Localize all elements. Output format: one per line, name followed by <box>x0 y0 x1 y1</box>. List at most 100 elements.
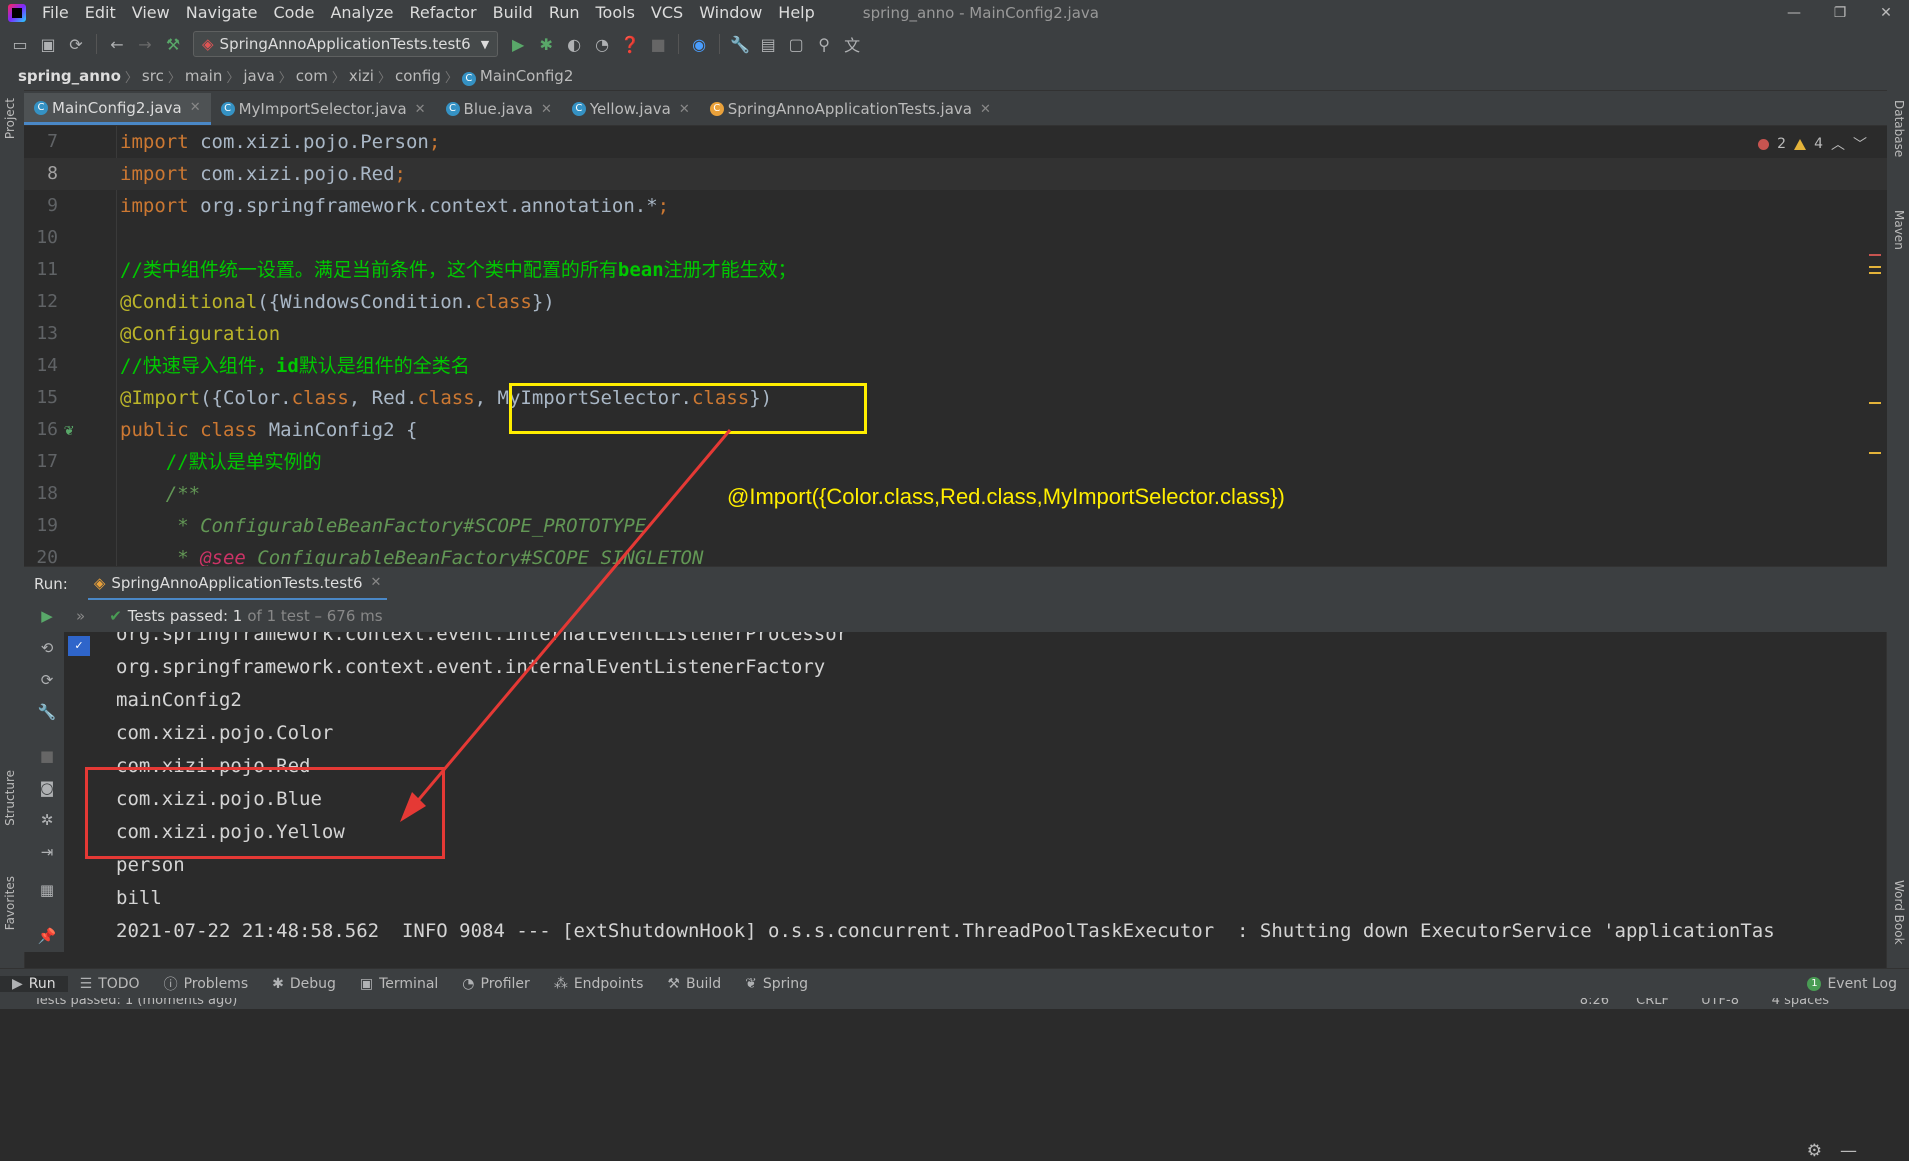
menu-edit[interactable]: Edit <box>77 0 124 26</box>
close-icon[interactable]: ✕ <box>1863 0 1909 26</box>
stop-icon[interactable]: ■ <box>647 33 669 55</box>
minimize-icon[interactable]: — <box>1771 0 1817 26</box>
close-tab-icon[interactable]: ✕ <box>679 102 690 117</box>
menu-refactor[interactable]: Refactor <box>402 0 485 26</box>
file-encoding[interactable]: UTF-8 <box>1701 998 1739 1008</box>
forward-icon[interactable]: → <box>134 33 156 55</box>
close-tab-icon[interactable]: ✕ <box>371 575 382 590</box>
stop-icon[interactable]: ■ <box>37 746 57 766</box>
expand-icon[interactable]: » <box>76 607 85 625</box>
crumb-class[interactable]: C MainConfig2 <box>458 67 577 86</box>
crumb-com[interactable]: com <box>292 67 332 85</box>
sync-icon[interactable]: ⟳ <box>65 33 87 55</box>
line-separator[interactable]: CRLF <box>1636 998 1669 1008</box>
maven-tool-button[interactable]: Maven <box>1892 210 1906 250</box>
tree-node-selected[interactable]: ✓ <box>68 636 90 656</box>
crumb-config[interactable]: config <box>391 67 445 85</box>
camera-icon[interactable]: ◙ <box>37 778 57 798</box>
wrench-icon[interactable]: 🔧 <box>37 702 57 722</box>
menu-window[interactable]: Window <box>691 0 770 26</box>
close-tab-icon[interactable]: ✕ <box>190 100 201 115</box>
terminal-tool-button[interactable]: ▣ Terminal <box>348 976 450 992</box>
console-line: bill <box>116 887 162 909</box>
toggle-auto-test-icon[interactable]: ⟳ <box>37 670 57 690</box>
database-tool-button[interactable]: Database <box>1892 100 1906 157</box>
presentation-icon[interactable]: ▢ <box>785 33 807 55</box>
build-hammer-icon[interactable]: ⚒ <box>162 33 184 55</box>
project-structure-icon[interactable]: ▤ <box>757 33 779 55</box>
crumb-src[interactable]: src <box>138 67 168 85</box>
hide-icon[interactable]: — <box>1840 1141 1857 1161</box>
profile-icon[interactable]: ◔ <box>591 33 613 55</box>
run-config-select[interactable]: ◈ SpringAnnoApplicationTests.test6 ▼ <box>193 31 499 57</box>
menu-view[interactable]: View <box>124 0 178 26</box>
close-tab-icon[interactable]: ✕ <box>980 102 991 117</box>
event-log-button[interactable]: 1 Event Log <box>1795 976 1909 992</box>
gear-icon[interactable]: ⚙ <box>1807 1141 1822 1161</box>
settings-icon[interactable]: ✲ <box>37 810 57 830</box>
code-line-current: 8 import com.xizi.pojo.Red; <box>24 158 1887 190</box>
problems-tool-button[interactable]: ⓘ Problems <box>152 974 261 994</box>
tab-myimportselector[interactable]: C MyImportSelector.java ✕ <box>211 93 436 125</box>
menu-code[interactable]: Code <box>266 0 323 26</box>
menu-vcs[interactable]: VCS <box>643 0 691 26</box>
rerun-failed-icon[interactable]: ⟲ <box>37 638 57 658</box>
settings-help-icon[interactable]: ◉ <box>688 33 710 55</box>
menu-analyze[interactable]: Analyze <box>322 0 401 26</box>
run-tab-label: SpringAnnoApplicationTests.test6 <box>111 573 363 592</box>
crumb-project[interactable]: spring_anno <box>14 67 125 85</box>
restore-icon[interactable]: ❐ <box>1817 0 1863 26</box>
menu-run[interactable]: Run <box>541 0 588 26</box>
save-icon[interactable]: ▣ <box>37 33 59 55</box>
menu-file[interactable]: File <box>34 0 77 26</box>
close-tab-icon[interactable]: ✕ <box>415 102 426 117</box>
spring-tool-button[interactable]: ❦ Spring <box>733 976 820 992</box>
run-tool-button[interactable]: ▶ Run <box>0 976 68 992</box>
debug-tool-button[interactable]: ✱ Debug <box>260 976 348 992</box>
coverage-icon[interactable]: ◐ <box>563 33 585 55</box>
favorites-tool-button[interactable]: Favorites <box>3 876 17 930</box>
tab-blue[interactable]: C Blue.java ✕ <box>436 93 562 125</box>
todo-tool-button[interactable]: ☰ TODO <box>68 976 152 992</box>
tab-mainconfig2[interactable]: C MainConfig2.java ✕ <box>24 93 211 125</box>
search-icon[interactable]: ⚲ <box>813 33 835 55</box>
endpoints-tool-button[interactable]: ⁂ Endpoints <box>542 976 656 992</box>
close-tab-icon[interactable]: ✕ <box>541 102 552 117</box>
wrench-icon[interactable]: 🔧 <box>729 33 751 55</box>
tests-passed: Tests passed: 1 <box>127 607 243 625</box>
help-icon[interactable]: ❓ <box>619 33 641 55</box>
caret-position[interactable]: 8:26 <box>1580 998 1609 1008</box>
word-book-tool-button[interactable]: Word Book <box>1892 880 1906 945</box>
run-icon[interactable]: ▶ <box>507 33 529 55</box>
tab-springannoapplicationtests[interactable]: C SpringAnnoApplicationTests.java ✕ <box>700 93 1001 125</box>
run-tab[interactable]: ◈ SpringAnnoApplicationTests.test6 ✕ <box>87 567 388 601</box>
annotation-text: @Import({Color.class,Red.class,MyImportS… <box>727 484 1285 509</box>
structure-tool-button[interactable]: Structure <box>3 770 17 826</box>
indent-setting[interactable]: 4 spaces <box>1772 998 1829 1008</box>
open-folder-icon[interactable]: ▭ <box>9 33 31 55</box>
menu-help[interactable]: Help <box>770 0 822 26</box>
debug-icon[interactable]: ✱ <box>535 33 557 55</box>
menu-build[interactable]: Build <box>485 0 541 26</box>
hammer-icon: ⚒ <box>667 976 680 992</box>
layout-icon[interactable]: ▦ <box>37 880 57 900</box>
crumb-java[interactable]: java <box>239 67 278 85</box>
menu-bar: File Edit View Navigate Code Analyze Ref… <box>0 0 1909 26</box>
profiler-tool-button[interactable]: ◔ Profiler <box>450 976 542 992</box>
crumb-xizi[interactable]: xizi <box>345 67 378 85</box>
spring-bean-gutter-icon[interactable]: ❦ <box>64 414 74 446</box>
breadcrumb: spring_anno 〉 src 〉 main 〉 java 〉 com 〉 … <box>0 62 1909 91</box>
tests-summary: of 1 test – 676 ms <box>247 607 383 625</box>
translate-icon[interactable]: 文 <box>841 33 863 55</box>
build-tool-button[interactable]: ⚒ Build <box>655 976 733 992</box>
crumb-main[interactable]: main <box>181 67 226 85</box>
menu-navigate[interactable]: Navigate <box>178 0 266 26</box>
back-icon[interactable]: ← <box>106 33 128 55</box>
rerun-icon[interactable]: ▶ <box>37 606 57 626</box>
project-tool-button[interactable]: Project <box>3 98 17 139</box>
pin-icon[interactable]: 📌 <box>37 926 57 946</box>
run-icon: ▶ <box>12 976 23 992</box>
menu-tools[interactable]: Tools <box>588 0 643 26</box>
exit-icon[interactable]: ⇥ <box>37 842 57 862</box>
tab-yellow[interactable]: C Yellow.java ✕ <box>562 93 700 125</box>
